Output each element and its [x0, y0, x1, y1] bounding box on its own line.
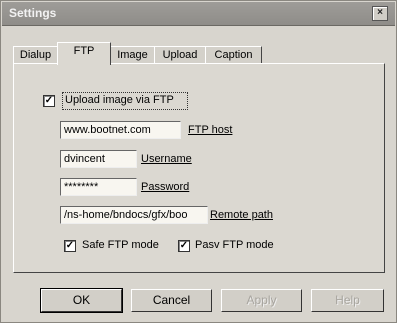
close-icon[interactable]: × — [372, 6, 388, 21]
safe-ftp-checkbox[interactable]: ✓ — [64, 240, 76, 252]
upload-via-ftp-checkbox[interactable]: ✓ — [43, 95, 55, 107]
ok-button[interactable]: OK — [40, 288, 123, 313]
title-bar[interactable]: Settings × — [2, 2, 395, 26]
apply-button[interactable]: Apply — [221, 289, 302, 312]
remote-path-label: Remote path — [210, 209, 273, 221]
password-field[interactable]: ******** — [60, 178, 137, 196]
button-bar: OK Cancel Apply Help — [13, 283, 385, 319]
username-label: Username — [141, 153, 192, 165]
username-field[interactable]: dvincent — [60, 150, 137, 168]
tab-ftp[interactable]: FTP — [57, 42, 111, 65]
password-label: Password — [141, 181, 190, 193]
help-button[interactable]: Help — [311, 289, 384, 312]
remote-path-field[interactable]: /ns-home/bndocs/gfx/boo — [60, 206, 208, 224]
pasv-ftp-label: Pasv FTP mode — [195, 239, 274, 251]
ftp-host-label: FTP host — [188, 124, 233, 136]
settings-dialog: Settings × Dialup FTP Image Upload Capti… — [0, 0, 397, 323]
ftp-host-field[interactable]: www.bootnet.com — [60, 121, 181, 139]
cancel-button[interactable]: Cancel — [131, 289, 212, 312]
upload-via-ftp-label: Upload image via FTP — [65, 94, 174, 106]
safe-ftp-label: Safe FTP mode — [82, 239, 159, 251]
window-title: Settings — [9, 6, 57, 20]
ftp-panel: ✓ Upload image via FTP www.bootnet.com F… — [13, 63, 385, 273]
pasv-ftp-checkbox[interactable]: ✓ — [178, 240, 190, 252]
